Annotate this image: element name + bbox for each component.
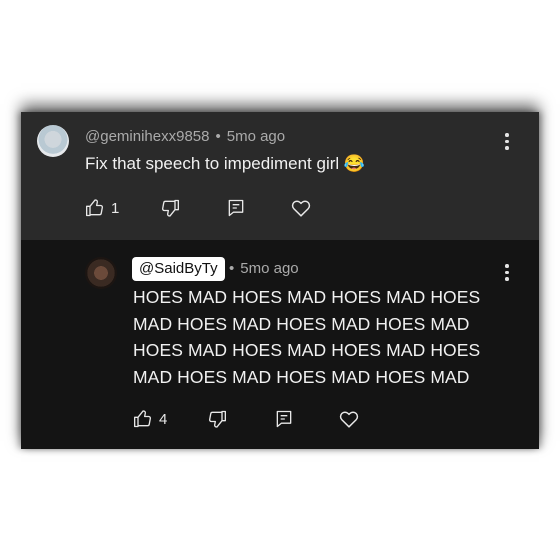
more-vert-icon[interactable]	[504, 133, 510, 151]
more-vert-icon[interactable]	[504, 264, 510, 282]
reply-icon	[228, 199, 244, 217]
comment-time: 5mo ago	[226, 128, 286, 145]
meta-separator: •	[229, 260, 235, 277]
like-icon	[86, 199, 104, 217]
like-count: 1	[111, 199, 120, 217]
dislike-icon	[209, 410, 226, 428]
like-count: 4	[159, 410, 168, 428]
parent-comment: @geminihexx9858 • 5mo ago Fix that speech …	[21, 112, 539, 240]
comment-thread: @geminihexx9858 • 5mo ago Fix that speech …	[21, 112, 539, 449]
heart-button[interactable]	[290, 197, 312, 219]
reply-button[interactable]	[274, 409, 294, 429]
like-icon	[134, 410, 151, 428]
mention-chip[interactable]: @SaidByTy	[132, 257, 225, 281]
dislike-button[interactable]	[207, 409, 227, 429]
heart-icon	[291, 200, 311, 217]
avatar[interactable]	[85, 257, 117, 289]
heart-icon	[339, 411, 359, 428]
reply-icon	[276, 410, 292, 428]
meta-separator: •	[215, 128, 221, 145]
comment-text: HOES MAD HOES MAD HOES MAD HOES MAD HOES…	[133, 287, 481, 387]
reply-button[interactable]	[226, 198, 246, 218]
avatar[interactable]	[37, 125, 69, 157]
heart-button[interactable]	[338, 408, 360, 430]
like-button[interactable]: 1	[85, 198, 119, 218]
comment-text: Fix that speech to impediment girl 😂	[85, 154, 366, 173]
comment-time: 5mo ago	[240, 260, 299, 277]
dislike-button[interactable]	[160, 198, 180, 218]
comment-meta: • 5mo ago	[229, 260, 299, 277]
author-name[interactable]: @geminihexx9858	[85, 128, 209, 145]
comment-meta: @geminihexx9858 • 5mo ago	[85, 128, 285, 145]
dislike-icon	[162, 199, 179, 217]
like-button[interactable]: 4	[133, 409, 167, 429]
